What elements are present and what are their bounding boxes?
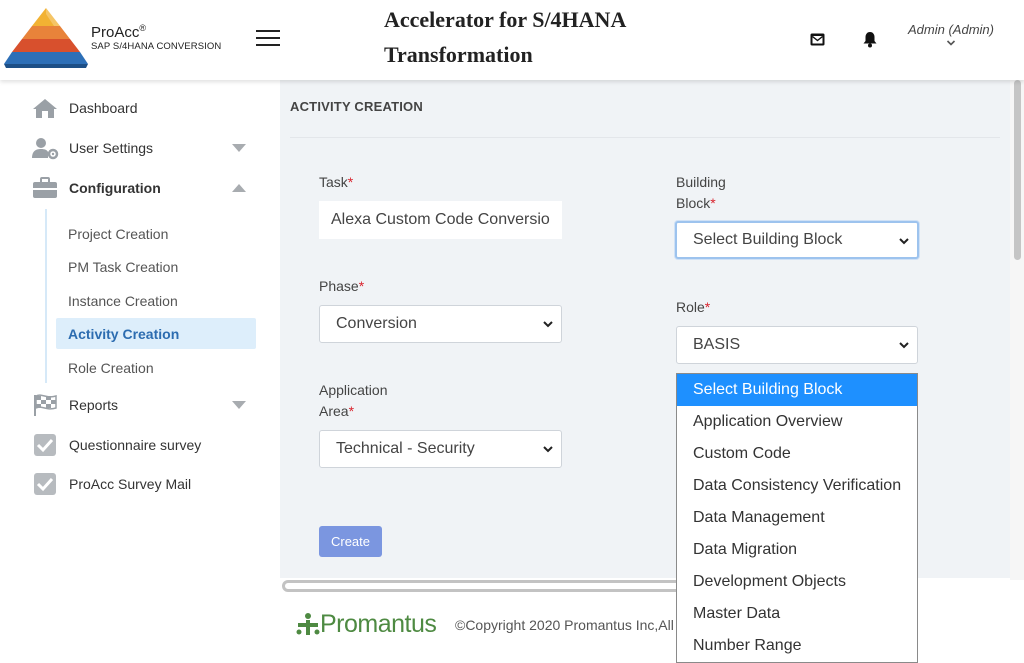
sidebar-item-instance-creation[interactable]: Instance Creation	[56, 285, 256, 316]
caret-down-icon	[232, 401, 246, 409]
page-heading: ACTIVITY CREATION	[290, 99, 423, 114]
sidebar-item-reports[interactable]: Reports	[30, 390, 260, 420]
sidebar-item-configuration[interactable]: Configuration	[30, 173, 260, 203]
proacc-logo	[4, 8, 88, 68]
app-header: ProAcc® SAP S/4HANA CONVERSION Accelerat…	[0, 0, 1024, 80]
promantus-logo-icon	[296, 613, 320, 635]
dropdown-option[interactable]: Custom Code	[677, 438, 917, 470]
dropdown-option[interactable]: Number Range	[677, 630, 917, 662]
brand-subtitle: SAP S/4HANA CONVERSION	[91, 41, 222, 52]
user-name: Admin (Admin)	[908, 22, 994, 37]
dropdown-option[interactable]: Data Management	[677, 502, 917, 534]
chevron-down-icon	[543, 446, 553, 453]
checkbox-icon	[30, 472, 60, 496]
dropdown-option[interactable]: Development Objects	[677, 566, 917, 598]
building-block-select[interactable]: Select Building Block	[675, 221, 919, 259]
role-select[interactable]: BASIS	[676, 326, 918, 364]
menu-icon[interactable]	[256, 30, 280, 46]
user-menu[interactable]: Admin (Admin)	[903, 22, 999, 47]
building-block-label: Building Block*	[676, 174, 726, 211]
caret-down-icon	[232, 144, 246, 152]
dropdown-option[interactable]: Application Overview	[677, 406, 917, 438]
sidebar-item-dashboard[interactable]: Dashboard	[30, 93, 260, 123]
chevron-down-icon	[899, 238, 909, 245]
user-settings-icon	[30, 136, 60, 160]
dropdown-option[interactable]: Data Consistency Verification	[677, 470, 917, 502]
application-area-select[interactable]: Technical - Security	[319, 430, 562, 468]
home-icon	[30, 96, 60, 120]
building-block-dropdown[interactable]: Select Building Block Application Overvi…	[676, 373, 918, 663]
sidebar-item-proacc-survey-mail[interactable]: ProAcc Survey Mail	[30, 469, 260, 499]
sidebar-item-user-settings[interactable]: User Settings	[30, 133, 260, 163]
sidebar-item-activity-creation[interactable]: Activity Creation	[56, 318, 256, 349]
dropdown-option[interactable]: Data Migration	[677, 534, 917, 566]
chevron-down-icon	[946, 40, 956, 46]
role-label: Role*	[676, 299, 711, 315]
vertical-scrollbar-thumb[interactable]	[1014, 80, 1021, 260]
chevron-down-icon	[899, 342, 909, 349]
page-title: Accelerator for S/4HANA Transformation	[384, 7, 627, 67]
checkered-flag-icon	[30, 393, 60, 417]
caret-up-icon	[232, 184, 246, 192]
sidebar-item-pm-task-creation[interactable]: PM Task Creation	[56, 251, 256, 282]
submenu-guide-line	[45, 209, 47, 383]
dropdown-option[interactable]: Master Data	[677, 598, 917, 630]
task-label: Task*	[319, 174, 354, 190]
brand-name: ProAcc®	[91, 23, 146, 41]
horizontal-scrollbar-thumb[interactable]	[282, 580, 702, 592]
checkbox-icon	[30, 433, 60, 457]
application-area-label: Application Area*	[319, 382, 388, 419]
sidebar-item-project-creation[interactable]: Project Creation	[56, 218, 256, 249]
mail-icon[interactable]	[810, 33, 825, 46]
divider	[290, 137, 1000, 138]
bell-icon[interactable]	[862, 31, 878, 48]
chevron-down-icon	[543, 321, 553, 328]
copyright-text: ©Copyright 2020 Promantus Inc,All	[455, 617, 674, 633]
sidebar-item-role-creation[interactable]: Role Creation	[56, 352, 256, 383]
dropdown-option[interactable]: Select Building Block	[677, 374, 917, 406]
promantus-logo: Promantus	[296, 610, 437, 638]
task-input[interactable]: Alexa Custom Code Conversio	[319, 201, 562, 239]
phase-label: Phase*	[319, 278, 365, 294]
create-button[interactable]: Create	[319, 526, 382, 557]
phase-select[interactable]: Conversion	[319, 305, 562, 343]
briefcase-icon	[30, 176, 60, 200]
sidebar-item-questionnaire-survey[interactable]: Questionnaire survey	[30, 430, 260, 460]
